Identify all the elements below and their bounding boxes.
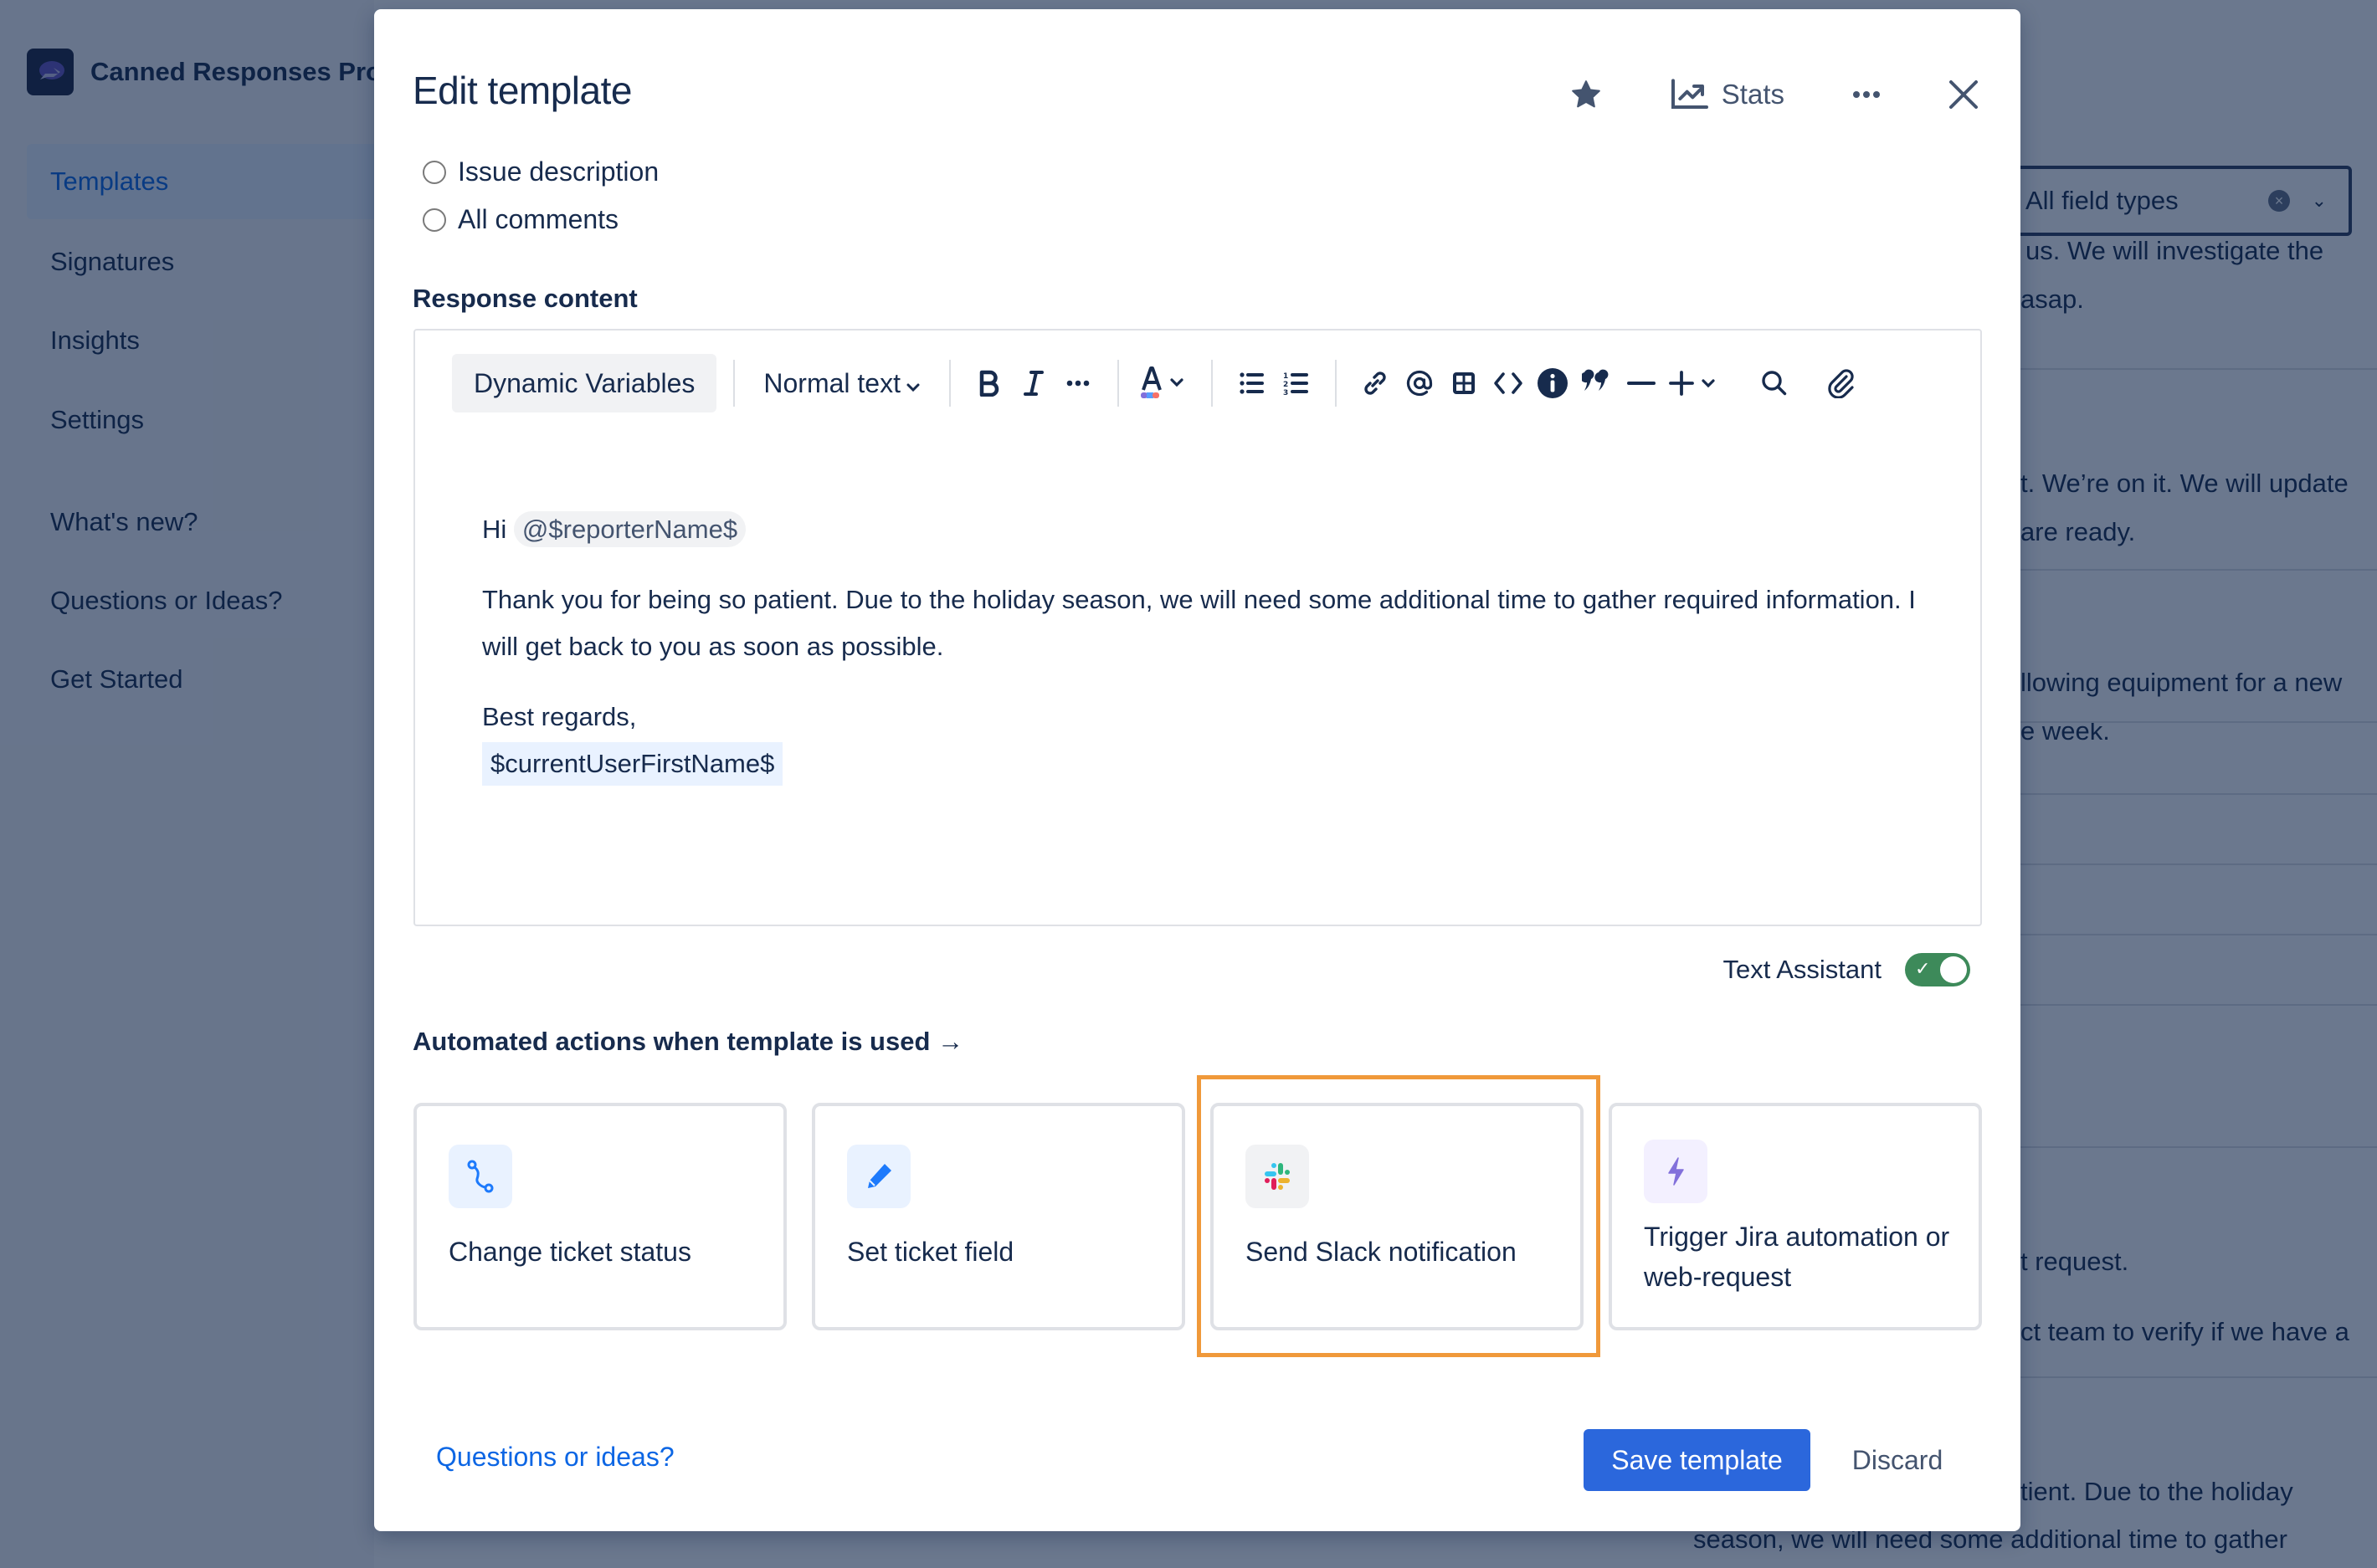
greeting-text: Hi [482,515,507,544]
divider-icon[interactable] [1620,358,1664,408]
close-icon [1948,79,1979,110]
more-actions-button[interactable] [1835,68,1898,121]
radio-all-comments[interactable]: All comments [423,204,619,235]
toolbar-separator [948,360,951,407]
text-assistant-toggle[interactable]: ✓ [1905,953,1970,986]
action-card-label: Send Slack notification [1245,1237,1517,1267]
dialog-header-actions: Stats [1553,61,1995,128]
editor-toolbar: Dynamic Variables Normal text 123 [452,354,1863,412]
bullet-list-icon[interactable] [1230,358,1274,408]
stats-button[interactable]: Stats [1653,68,1801,121]
radio-label: All comments [458,204,619,234]
ellipsis-icon [1851,90,1882,100]
editor-content[interactable]: Hi @$reporterName$ Thank you for being s… [482,506,1930,787]
action-card-change-ticket-status[interactable]: Change ticket status [413,1103,787,1330]
check-icon: ✓ [1915,958,1931,979]
link-icon[interactable] [1353,358,1398,408]
radio-label: Issue description [458,156,660,187]
automated-actions-heading[interactable]: Automated actions when template is used … [413,1027,963,1057]
chevron-down-icon [906,368,921,399]
toolbar-separator [1117,360,1119,407]
current-user-first-name-variable[interactable]: $currentUserFirstName$ [482,742,783,786]
quote-icon[interactable] [1575,358,1620,408]
toolbar-separator [1334,360,1337,407]
search-icon[interactable] [1753,358,1797,408]
body-paragraph: Thank you for being so patient. Due to t… [482,585,1916,661]
insert-plus-icon[interactable] [1664,358,1728,408]
info-panel-icon[interactable] [1531,358,1575,408]
action-card-trigger-jira-automation[interactable]: Trigger Jira automation or web-request [1609,1103,1982,1330]
mention-icon[interactable] [1398,358,1442,408]
reporter-name-mention[interactable]: @$reporterName$ [513,511,747,547]
svg-text:3: 3 [1283,389,1288,396]
favorite-button[interactable] [1553,68,1620,121]
signature-line: $currentUserFirstName$ [482,740,1930,787]
toolbar-separator [733,360,736,407]
numbered-list-icon[interactable]: 123 [1274,358,1318,408]
stats-label: Stats [1721,79,1784,110]
bold-icon[interactable] [968,358,1012,408]
text-style-value: Normal text [763,367,901,398]
radio-button[interactable] [423,208,446,232]
dynamic-variables-button[interactable]: Dynamic Variables [452,354,717,412]
toggle-knob [1940,956,1967,983]
action-card-label: Change ticket status [449,1237,691,1267]
text-style-dropdown[interactable]: Normal text [752,368,932,399]
response-content-label: Response content [413,284,638,313]
response-editor[interactable]: Dynamic Variables Normal text 123 Hi @$r… [413,329,1982,926]
lightning-icon [1644,1140,1707,1203]
radio-button[interactable] [423,160,446,184]
edit-template-dialog: Edit template Stats Issue description Al… [374,9,2020,1531]
text-assistant-label: Text Assistant [1722,955,1882,984]
closing-line: Best regards, [482,702,637,731]
text-color-icon[interactable] [1136,358,1194,408]
dialog-title: Edit template [413,69,632,112]
questions-or-ideas-link[interactable]: Questions or ideas? [436,1442,675,1473]
more-formatting-icon[interactable] [1056,358,1101,408]
automated-actions-list: Change ticket status Set ticket field Se… [413,1103,1982,1330]
radio-issue-description[interactable]: Issue description [423,156,659,187]
attachment-icon[interactable] [1819,358,1863,408]
toolbar-separator [1210,360,1213,407]
text-assistant-row: Text Assistant ✓ [1722,953,1970,986]
slack-icon [1245,1145,1309,1208]
discard-button[interactable]: Discard [1830,1429,1964,1491]
action-card-label: Set ticket field [847,1237,1014,1267]
table-icon[interactable] [1442,358,1486,408]
save-template-button[interactable]: Save template [1584,1429,1810,1491]
star-icon [1569,78,1603,111]
action-card-label: Trigger Jira automation or web-request [1644,1222,1950,1292]
greeting-line: Hi @$reporterName$ [482,506,1930,553]
svg-text:2: 2 [1283,381,1288,389]
italic-icon[interactable] [1012,358,1056,408]
close-button[interactable] [1932,68,1995,121]
code-icon[interactable] [1486,358,1531,408]
chart-trend-icon [1670,78,1710,111]
pencil-icon [847,1145,911,1208]
svg-text:1: 1 [1283,372,1288,381]
action-card-set-ticket-field[interactable]: Set ticket field [812,1103,1185,1330]
status-transition-icon [449,1145,512,1208]
action-card-send-slack-notification[interactable]: Send Slack notification [1210,1103,1584,1330]
